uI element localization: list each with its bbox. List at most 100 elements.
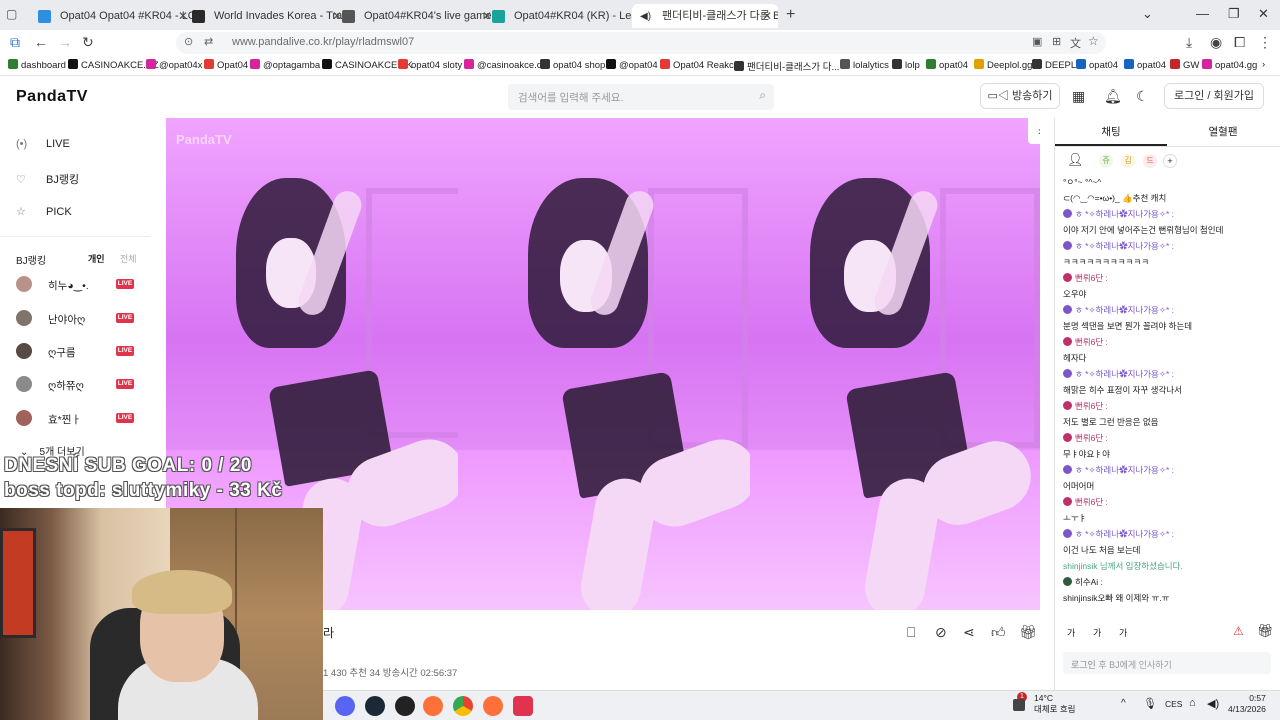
- bookmark[interactable]: opat04 sloty: [398, 59, 462, 71]
- system-clock[interactable]: 0:57 4/13/2026: [1228, 693, 1266, 715]
- font-size-medium-button[interactable]: 가: [1093, 626, 1101, 639]
- ranking-tab-personal[interactable]: 개인: [88, 252, 105, 265]
- bookmark[interactable]: lolalytics: [840, 59, 889, 71]
- firefox-icon[interactable]: [423, 696, 443, 716]
- reload-icon[interactable]: ↻: [82, 34, 94, 51]
- chat-nickname[interactable]: ㅎ *✧하레나✿지나가용✧* :: [1075, 209, 1174, 219]
- chat-input[interactable]: 로그인 후 BJ에게 인사하기 로그인: [1063, 652, 1271, 674]
- gift-icon[interactable]: 🎁︎: [1019, 624, 1037, 641]
- back-icon[interactable]: ←: [34, 34, 48, 50]
- chat-nickname[interactable]: 히수Ai :: [1075, 577, 1103, 587]
- chat-nickname[interactable]: 뻔뤼6단 :: [1075, 433, 1108, 443]
- extensions-icon[interactable]: ⧠: [1234, 34, 1245, 51]
- chat-nickname[interactable]: ㅎ *✧하레나✿지나가용✧* :: [1075, 241, 1174, 251]
- permissions-icon[interactable]: ⇄: [204, 35, 213, 48]
- tab-chat[interactable]: 채팅: [1055, 124, 1167, 146]
- bookmark[interactable]: Deeplol.gg: [974, 59, 1032, 71]
- microphone-icon[interactable]: 🎙︎: [1143, 697, 1157, 710]
- gift-icon[interactable]: 🎁︎: [1257, 623, 1274, 639]
- favorite-star-icon[interactable]: ☆: [1088, 34, 1099, 48]
- close-window-icon[interactable]: ✕: [1258, 6, 1269, 22]
- bookmark[interactable]: GW: [1170, 59, 1199, 71]
- chevron-right-icon[interactable]: ›: [1028, 118, 1040, 144]
- maximize-icon[interactable]: ❐: [1228, 6, 1240, 22]
- chat-nickname[interactable]: 뻔뤼6단 :: [1075, 273, 1108, 283]
- forward-icon[interactable]: →: [58, 34, 72, 50]
- screenshot-icon[interactable]: ▣: [1032, 35, 1042, 48]
- bookmark[interactable]: @optagamba: [250, 59, 320, 71]
- chat-filter-chip[interactable]: 김: [1121, 154, 1135, 168]
- bookmark[interactable]: @opat04: [606, 59, 658, 71]
- bookmark[interactable]: opat04.gg: [1202, 59, 1257, 71]
- install-app-icon[interactable]: ⊞: [1052, 35, 1061, 48]
- weather-icon[interactable]: [1013, 699, 1025, 711]
- browser-tab[interactable]: Opat04 Opat04 #KR04 - LOL STA ✕: [30, 4, 194, 28]
- login-signup-button[interactable]: 로그인 / 회원가입: [1164, 83, 1264, 109]
- translate-icon[interactable]: 文: [1070, 35, 1081, 51]
- pandatv-logo[interactable]: PandaTV: [16, 88, 88, 106]
- chat-nickname[interactable]: ㅎ *✧하레나✿지나가용✧* :: [1075, 369, 1174, 379]
- tab-list-chevron-icon[interactable]: ⌄: [1142, 6, 1153, 22]
- ranking-streamer-item[interactable]: ღ하쮸ღ LIVE: [16, 376, 138, 396]
- minimize-icon[interactable]: —: [1196, 6, 1209, 21]
- collections-icon[interactable]: ⧉: [10, 34, 20, 51]
- add-filter-button[interactable]: +: [1163, 154, 1177, 168]
- chat-nickname[interactable]: ㅎ *✧하레나✿지나가용✧* :: [1075, 529, 1174, 539]
- bookmark[interactable]: DEEPL: [1032, 59, 1076, 71]
- browser-tab-active[interactable]: ◀) 팬더티비-클래스가 다른 BJ ✕: [632, 4, 778, 28]
- url-field[interactable]: ⊙ ⇄ www.pandalive.co.kr/play/rladmswl07 …: [176, 32, 1106, 54]
- share-icon[interactable]: ⋖: [963, 624, 975, 641]
- volume-icon[interactable]: ◀): [1207, 697, 1219, 710]
- bookmark[interactable]: Opat04: [204, 59, 248, 71]
- bookmark-icon[interactable]: ⎕: [907, 624, 915, 641]
- thumbs-up-icon[interactable]: 👍︎: [991, 624, 1006, 641]
- search-input[interactable]: 검색어를 입력해 주세요. ⌕: [508, 84, 774, 110]
- chrome-icon[interactable]: [453, 696, 473, 716]
- chat-filter-chip[interactable]: 쥬: [1099, 154, 1113, 168]
- bookmark[interactable]: @casinoakce.cz: [464, 59, 546, 71]
- chat-nickname[interactable]: 뻔뤼6단 :: [1075, 497, 1108, 507]
- ranking-streamer-item[interactable]: 히누◕‿•. LIVE: [16, 276, 138, 296]
- bookmark[interactable]: opat04: [1124, 59, 1166, 71]
- chevron-up-icon[interactable]: ^: [1121, 698, 1126, 709]
- tab-close-icon[interactable]: ✕: [762, 4, 772, 28]
- chat-nickname[interactable]: 뻔뤼6단 :: [1075, 337, 1108, 347]
- nav-bj-ranking[interactable]: ♡ BJ랭킹: [16, 171, 79, 187]
- browser-tab[interactable]: World Invades Korea - TrackDiff ✕: [184, 4, 348, 28]
- chat-filter-chip[interactable]: 드: [1143, 154, 1157, 168]
- site-info-icon[interactable]: ⊙: [184, 35, 193, 48]
- tab-actions-icon[interactable]: ▢: [6, 7, 17, 21]
- chat-nickname[interactable]: 뻔뤼6단 :: [1075, 401, 1108, 411]
- obs-icon[interactable]: [395, 696, 415, 716]
- bell-icon[interactable]: 🔔︎: [1104, 88, 1122, 105]
- grid-icon[interactable]: ▦: [1072, 88, 1085, 105]
- ranking-streamer-item[interactable]: ღ구름 LIVE: [16, 343, 138, 363]
- browser-tab[interactable]: Opat04#KR04 (KR) - LeagueOfG ✕: [484, 4, 648, 28]
- bookmark[interactable]: 팬더티비-클래스가 다...: [734, 59, 839, 73]
- downloads-icon[interactable]: ⤓: [1186, 34, 1192, 51]
- nav-pick[interactable]: ☆ PICK: [16, 205, 72, 218]
- bookmark[interactable]: opat04: [1076, 59, 1118, 71]
- bookmark[interactable]: Opat04 Reakce: [660, 59, 739, 71]
- firefox-icon[interactable]: [483, 696, 503, 716]
- dark-mode-moon-icon[interactable]: ☾: [1136, 88, 1149, 105]
- font-size-small-button[interactable]: 가: [1067, 626, 1075, 639]
- profile-icon[interactable]: ◉: [1210, 34, 1222, 51]
- discord-icon[interactable]: [335, 696, 355, 716]
- no-ads-icon[interactable]: ⊘: [935, 624, 947, 641]
- new-tab-button[interactable]: +: [786, 6, 795, 24]
- bookmarks-overflow-icon[interactable]: ›: [1262, 59, 1265, 70]
- bookmark[interactable]: dashboard: [8, 59, 66, 71]
- chat-login-button[interactable]: 로그인: [1071, 658, 1259, 671]
- ranking-streamer-item[interactable]: 효*찐ㅏ LIVE: [16, 410, 138, 430]
- menu-icon[interactable]: ⋮: [1258, 34, 1272, 51]
- chat-nickname[interactable]: ㅎ *✧하레나✿지나가용✧* :: [1075, 305, 1174, 315]
- user-list-icon[interactable]: 👤︎: [1067, 152, 1084, 168]
- ranking-streamer-item[interactable]: 난야아ღ LIVE: [16, 310, 138, 330]
- broadcast-button[interactable]: ▭◁ 방송하기: [980, 83, 1060, 109]
- app-icon[interactable]: [513, 696, 533, 716]
- chat-nickname[interactable]: ㅎ *✧하레나✿지나가용✧* :: [1075, 465, 1174, 475]
- steam-icon[interactable]: [365, 696, 385, 716]
- nav-live[interactable]: (•) LIVE: [16, 138, 70, 150]
- font-size-large-button[interactable]: 가: [1119, 626, 1127, 639]
